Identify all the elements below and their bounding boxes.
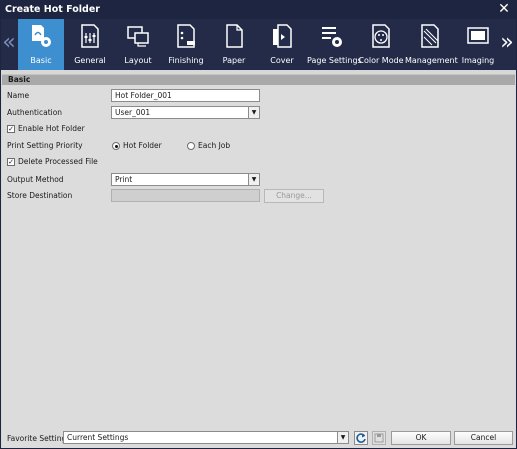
title-bar: Create Hot Folder ✕ <box>1 1 516 19</box>
refresh-icon <box>356 433 366 443</box>
tab-label: Page Settings <box>307 56 362 65</box>
output-method-value: Print <box>115 175 133 184</box>
sliders-icon <box>81 24 99 48</box>
chevron-down-icon[interactable]: ▼ <box>248 107 259 118</box>
output-method-label: Output Method <box>7 175 64 184</box>
tab-label: Finishing <box>168 56 204 65</box>
authentication-value: User_001 <box>115 108 151 117</box>
management-icon <box>421 24 439 48</box>
change-button[interactable]: Change... <box>264 189 324 203</box>
basic-settings-panel: Name Hot Folder_001 Authentication User_… <box>2 85 515 425</box>
paper-icon <box>226 24 243 48</box>
chevron-down-icon[interactable]: ▼ <box>248 174 259 185</box>
tab-management[interactable]: Management <box>405 19 458 70</box>
cancel-button[interactable]: Cancel <box>454 431 513 445</box>
enable-hot-folder-label: Enable Hot Folder <box>18 124 85 133</box>
tab-page-settings[interactable]: Page Settings <box>307 19 362 70</box>
output-method-dropdown[interactable]: Print ▼ <box>111 173 260 186</box>
favorite-setting-label: Favorite Setting <box>7 434 67 443</box>
tab-label: Imaging <box>461 56 495 65</box>
enable-hot-folder-checkbox[interactable]: ✓ <box>7 125 15 133</box>
page-settings-icon <box>322 27 342 47</box>
finishing-icon <box>177 24 195 48</box>
delete-processed-file-label: Delete Processed File <box>18 157 98 166</box>
tab-label: General <box>74 56 106 65</box>
palette-icon <box>372 24 390 48</box>
priority-hot-folder-radio[interactable] <box>112 142 120 150</box>
tab-label: Basic <box>30 56 52 65</box>
window-title: Create Hot Folder <box>5 4 100 15</box>
section-header: Basic <box>2 74 515 85</box>
favorite-setting-value: Current Settings <box>67 433 129 442</box>
priority-each-job-label: Each Job <box>198 141 231 150</box>
ok-button[interactable]: OK <box>391 431 451 445</box>
scroll-right-icon[interactable]: » <box>500 29 514 57</box>
cover-icon <box>273 24 292 48</box>
chevron-down-icon[interactable]: ▼ <box>337 432 348 443</box>
tab-paper[interactable]: Paper <box>211 19 257 70</box>
save-favorite-button[interactable] <box>372 431 386 445</box>
layout-icon <box>127 26 149 47</box>
folder-gear-icon <box>32 25 51 47</box>
name-field[interactable]: Hot Folder_001 <box>111 89 260 102</box>
tab-imaging[interactable]: Imaging <box>456 19 500 70</box>
tab-label: Layout <box>124 56 152 65</box>
priority-hot-folder-label: Hot Folder <box>123 141 162 150</box>
authentication-label: Authentication <box>7 108 63 117</box>
refresh-button[interactable] <box>354 431 368 445</box>
footer-bar: Favorite Setting Current Settings ▼ OK C… <box>2 425 515 448</box>
tab-label: Management <box>405 56 458 65</box>
close-icon[interactable]: ✕ <box>497 2 511 16</box>
tab-cover[interactable]: Cover <box>259 19 305 70</box>
tab-label: Paper <box>222 56 246 65</box>
save-icon <box>374 433 384 443</box>
store-destination-field[interactable] <box>111 189 260 202</box>
imaging-icon <box>467 27 489 44</box>
print-setting-priority-label: Print Setting Priority <box>7 141 83 150</box>
tab-layout[interactable]: Layout <box>115 19 161 70</box>
settings-toolbar: « Basic General Layout Finishing Paper C… <box>1 19 516 70</box>
tab-label: Color Mode <box>358 56 404 65</box>
tab-finishing[interactable]: Finishing <box>163 19 209 70</box>
authentication-dropdown[interactable]: User_001 ▼ <box>111 106 260 119</box>
priority-each-job-radio[interactable] <box>187 142 195 150</box>
tab-general[interactable]: General <box>67 19 113 70</box>
delete-processed-file-checkbox[interactable]: ✓ <box>7 158 15 166</box>
create-hot-folder-dialog: Create Hot Folder ✕ « Basic General Layo… <box>0 0 517 449</box>
name-label: Name <box>7 91 30 100</box>
favorite-setting-dropdown[interactable]: Current Settings ▼ <box>63 431 349 444</box>
tab-basic[interactable]: Basic <box>18 19 64 70</box>
tab-label: Cover <box>270 56 294 65</box>
tab-color-mode[interactable]: Color Mode <box>358 19 404 70</box>
scroll-left-icon[interactable]: « <box>2 29 16 57</box>
store-destination-label: Store Destination <box>7 191 73 200</box>
